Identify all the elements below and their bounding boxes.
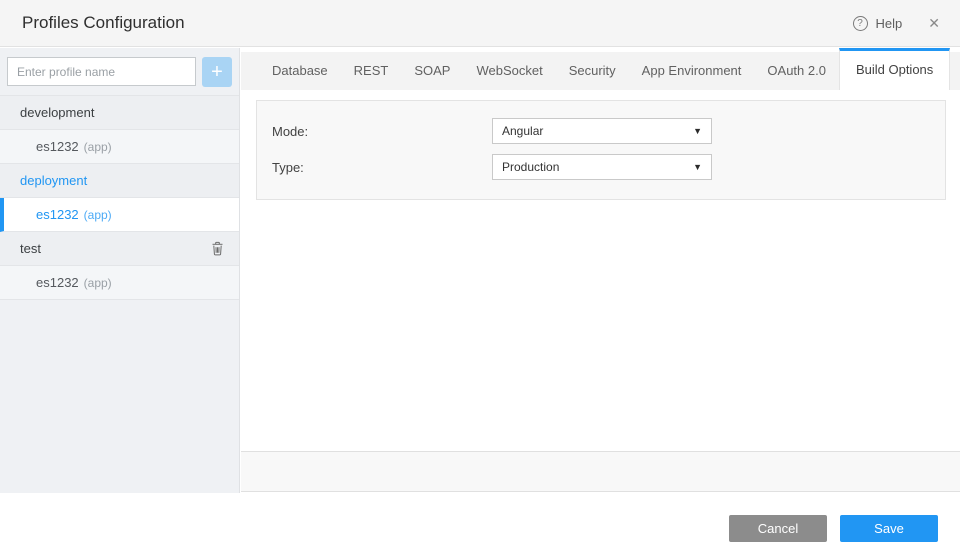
profile-item-deployment[interactable]: deployment bbox=[0, 164, 239, 198]
type-form-row: Type: Production ▼ bbox=[272, 154, 945, 180]
app-label: es1232 bbox=[36, 139, 79, 154]
page-title: Profiles Configuration bbox=[22, 13, 185, 32]
tab-oauth[interactable]: OAuth 2.0 bbox=[754, 52, 839, 90]
app-label: es1232 bbox=[36, 275, 79, 290]
build-options-panel: Mode: Angular ▼ Type: Production ▼ bbox=[256, 100, 946, 200]
profile-name-input[interactable] bbox=[7, 57, 196, 86]
profile-label: development bbox=[20, 105, 95, 120]
profile-app-item-selected[interactable]: es1232 (app) bbox=[0, 198, 239, 232]
profile-label: deployment bbox=[20, 173, 88, 188]
profile-label: test bbox=[20, 241, 41, 256]
help-button[interactable]: ? Help bbox=[852, 16, 903, 31]
profile-item-test[interactable]: test bbox=[0, 232, 239, 266]
tab-soap[interactable]: SOAP bbox=[401, 52, 463, 90]
chevron-down-icon: ▼ bbox=[693, 126, 702, 136]
profile-item-development[interactable]: development bbox=[0, 96, 239, 130]
tab-rest[interactable]: REST bbox=[341, 52, 402, 90]
add-profile-button[interactable]: + bbox=[202, 56, 232, 87]
chevron-down-icon: ▼ bbox=[693, 162, 702, 172]
app-suffix: (app) bbox=[83, 275, 112, 290]
profiles-configuration-dialog: Profiles Configuration ? Help ✕ + develo… bbox=[0, 0, 960, 560]
mode-label: Mode: bbox=[272, 123, 309, 139]
header: Profiles Configuration ? Help ✕ bbox=[0, 0, 960, 47]
type-label: Type: bbox=[272, 159, 304, 175]
cancel-button[interactable]: Cancel bbox=[729, 515, 827, 542]
add-profile-row: + bbox=[0, 48, 239, 95]
close-icon[interactable]: ✕ bbox=[928, 15, 940, 32]
dialog-button-bar: Cancel Save bbox=[729, 515, 938, 542]
app-suffix: (app) bbox=[83, 139, 112, 154]
help-icon: ? bbox=[852, 16, 868, 31]
help-label: Help bbox=[875, 16, 903, 31]
tab-websocket[interactable]: WebSocket bbox=[463, 52, 555, 90]
main-content: Database REST SOAP WebSocket Security Ap… bbox=[241, 48, 960, 493]
type-select-value: Production bbox=[502, 160, 560, 174]
tab-app-environment[interactable]: App Environment bbox=[629, 52, 755, 90]
save-button[interactable]: Save bbox=[840, 515, 938, 542]
profiles-sidebar: + development es1232 (app) deployment es… bbox=[0, 48, 240, 493]
delete-profile-button[interactable] bbox=[211, 241, 224, 256]
app-label: es1232 bbox=[36, 207, 79, 222]
profile-list: development es1232 (app) deployment es12… bbox=[0, 95, 239, 300]
mode-select[interactable]: Angular ▼ bbox=[492, 118, 712, 144]
app-suffix: (app) bbox=[83, 207, 112, 222]
tab-security[interactable]: Security bbox=[556, 52, 629, 90]
mode-form-row: Mode: Angular ▼ bbox=[272, 118, 945, 144]
header-actions: ? Help ✕ bbox=[852, 0, 940, 47]
footer-strip bbox=[241, 451, 960, 492]
mode-select-value: Angular bbox=[502, 124, 544, 138]
trash-icon bbox=[212, 241, 223, 256]
profile-app-item[interactable]: es1232 (app) bbox=[0, 130, 239, 164]
tab-build-options[interactable]: Build Options bbox=[838, 48, 951, 90]
tab-database[interactable]: Database bbox=[259, 52, 341, 90]
type-select[interactable]: Production ▼ bbox=[492, 154, 712, 180]
profile-app-item[interactable]: es1232 (app) bbox=[0, 266, 239, 300]
tab-bar: Database REST SOAP WebSocket Security Ap… bbox=[241, 48, 960, 90]
